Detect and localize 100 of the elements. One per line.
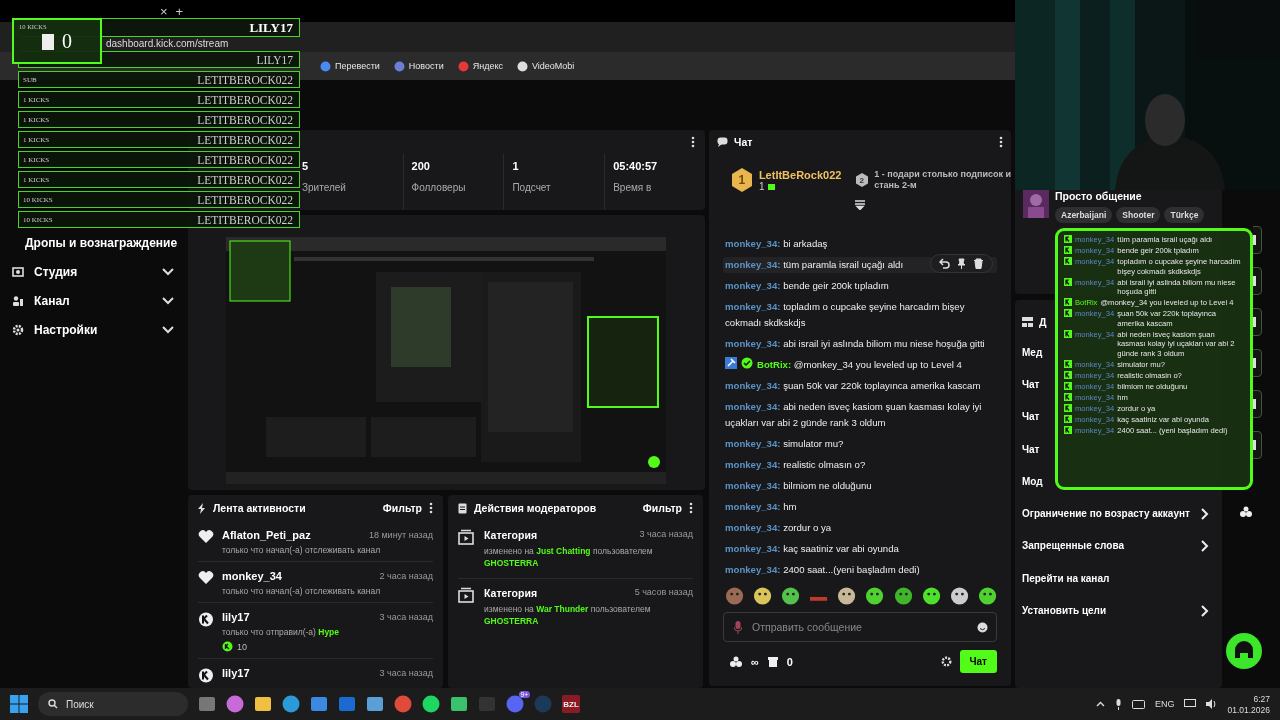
keyboard-icon[interactable] (1131, 699, 1145, 709)
chevron-right-icon[interactable] (1201, 539, 1209, 552)
clock-time[interactable]: 6:27 (1253, 693, 1270, 704)
action-item[interactable]: Ограничение по возрасту аккаунт (1022, 508, 1190, 520)
action-item[interactable]: Чат (1022, 378, 1040, 390)
more-icon[interactable] (691, 136, 695, 148)
verified-badge-icon (741, 357, 753, 369)
chevron-right-icon[interactable] (1201, 604, 1209, 617)
chevron-down-icon[interactable] (162, 325, 174, 334)
bookmark-link[interactable]: Перевести (335, 61, 380, 71)
filter-button[interactable]: Фильтр (642, 502, 682, 514)
app-icon[interactable]: BZL (562, 695, 580, 713)
tag-chip[interactable]: Türkçe (1164, 207, 1205, 223)
chat-message: monkey_34: topladım o cupcake şeyine harcadım bişey cokmadı skdkskdjs (724, 300, 966, 330)
heart-icon (198, 570, 214, 586)
tab-close-button[interactable]: × (160, 3, 168, 19)
points-icon[interactable] (729, 655, 743, 668)
action-item[interactable]: Мед (1022, 346, 1043, 358)
support-icon[interactable] (1226, 633, 1262, 669)
language-indicator[interactable]: ENG (1154, 699, 1175, 709)
chat-app-icon[interactable] (506, 695, 524, 713)
chat-message: monkey_34: realistic olmasın o? (724, 458, 867, 472)
photos-icon[interactable] (366, 695, 384, 713)
emote-icon[interactable] (893, 586, 913, 606)
action-item[interactable]: Чат (1022, 411, 1040, 423)
kick-logo-icon (198, 611, 214, 627)
emote-icon[interactable] (837, 586, 857, 606)
action-item[interactable]: Запрещенные слова (1022, 540, 1124, 552)
leader-name[interactable]: LetItBeRock022 (758, 168, 842, 181)
username[interactable]: lily17 (222, 667, 250, 679)
chat-message: monkey_34: bi arkadaş (724, 237, 829, 251)
message-input[interactable]: Отправить сообщение (723, 612, 997, 642)
more-icon[interactable] (429, 502, 433, 514)
app-icon[interactable] (450, 695, 468, 713)
emoji-icon[interactable] (977, 621, 988, 633)
new-tab-button[interactable]: + (175, 3, 184, 19)
chat-message: BotRix: @monkey_34 you leveled up to Level 4 (757, 358, 962, 372)
more-icon[interactable] (689, 502, 693, 514)
music-app-icon[interactable] (422, 695, 440, 713)
emote-icon[interactable] (781, 586, 801, 606)
address-bar[interactable]: dashboard.kick.com/stream (106, 38, 229, 49)
sidebar-item[interactable]: Дропы и вознаграждение (25, 235, 178, 250)
browser-icon[interactable] (394, 695, 412, 713)
gift-count: 1 (758, 180, 765, 192)
username[interactable]: lily17 (222, 611, 250, 623)
sidebar-item[interactable]: Студия (34, 264, 152, 279)
username[interactable]: Aflaton_Peti_paz (222, 529, 311, 541)
app-icon[interactable] (226, 695, 244, 713)
settings-icon[interactable] (940, 656, 952, 667)
windows-start-icon[interactable] (10, 695, 28, 713)
collapse-icon[interactable] (854, 200, 866, 210)
trash-icon[interactable] (973, 258, 984, 269)
chevron-up-icon[interactable] (1095, 701, 1105, 707)
emote-icon[interactable] (865, 586, 885, 606)
action-text: изменено на War Thunder пользователем GHOSTERRA (484, 602, 652, 628)
send-button[interactable]: Чат (959, 650, 997, 673)
sidebar-item[interactable]: Настройки (34, 322, 152, 337)
network-icon[interactable] (1184, 699, 1197, 709)
counter-value: 0 (62, 30, 72, 53)
reply-icon[interactable] (939, 258, 950, 269)
action-item[interactable]: Перейти на канал (1022, 572, 1110, 584)
task-view-icon[interactable] (198, 695, 216, 713)
timestamp: 2 часа назад (379, 571, 433, 581)
action-item[interactable]: Чат (1022, 443, 1040, 455)
gift-amount: 10 (237, 641, 247, 652)
bookmark-link[interactable]: Яндекс (472, 61, 503, 71)
points-icon[interactable] (1239, 506, 1253, 518)
store-icon[interactable] (766, 655, 779, 668)
chevron-down-icon[interactable] (162, 267, 174, 276)
bookmark-link[interactable]: Новости (408, 61, 444, 71)
clock-date[interactable]: 01.01.2026 (1227, 704, 1270, 715)
volume-icon[interactable] (1206, 699, 1218, 709)
timestamp: 5 часов назад (634, 586, 693, 599)
emote-icon[interactable] (949, 586, 969, 606)
emote-icon[interactable] (753, 586, 773, 606)
more-icon[interactable] (999, 136, 1003, 148)
username[interactable]: monkey_34 (222, 570, 282, 582)
action-item[interactable]: Установить цели (1022, 605, 1107, 616)
emote-icon[interactable] (977, 586, 997, 606)
pin-icon[interactable] (956, 258, 967, 269)
mail-icon[interactable] (338, 695, 356, 713)
kick-badge-icon (1064, 277, 1072, 286)
action-item[interactable]: Мод (1022, 475, 1043, 487)
leaderboard-name: LETITBEROCK022 (197, 193, 293, 206)
filter-button[interactable]: Фильтр (382, 502, 422, 514)
rank-number: 2 (859, 175, 865, 185)
bookmark-link[interactable]: VideoMobi (531, 61, 575, 71)
sidebar-item[interactable]: Канал (34, 293, 152, 308)
folder-icon[interactable] (254, 695, 272, 713)
chevron-down-icon[interactable] (162, 296, 174, 305)
tag-chip[interactable]: Shooter (1116, 207, 1161, 223)
studio-icon (12, 265, 24, 278)
browser-icon[interactable] (282, 695, 300, 713)
chevron-right-icon[interactable] (1201, 507, 1209, 520)
tag-chip[interactable]: Azerbaijani (1055, 207, 1113, 223)
emote-icon[interactable] (921, 586, 941, 606)
stat-label: Зрителей (302, 182, 347, 193)
search-field[interactable]: Поиск (38, 692, 188, 716)
panel-title: Лента активности (213, 502, 307, 514)
microphone-icon[interactable] (1114, 698, 1122, 710)
